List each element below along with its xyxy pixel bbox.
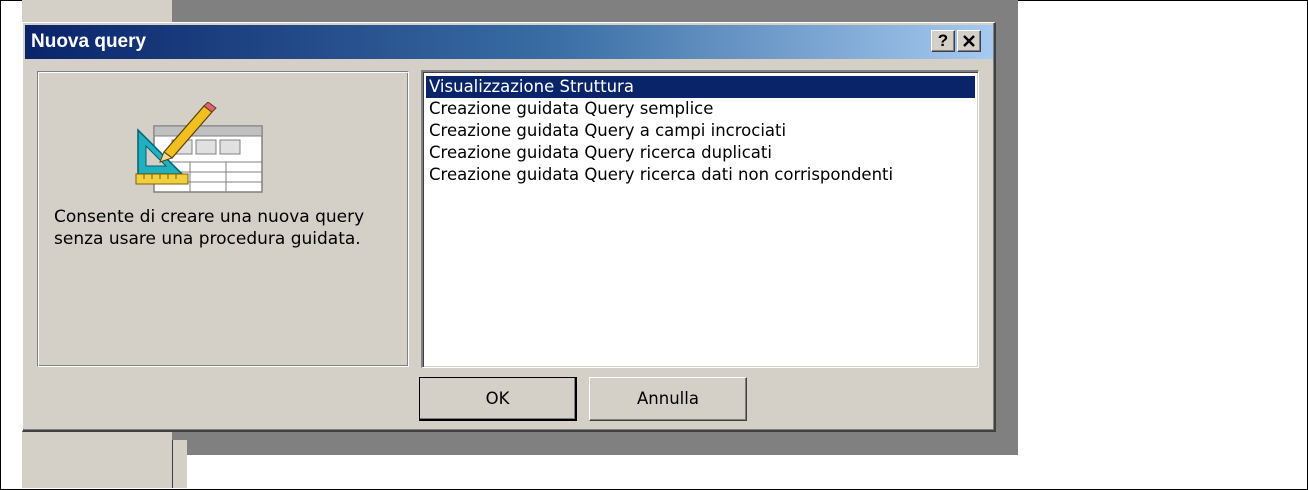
help-button[interactable]: ? — [931, 30, 955, 52]
close-icon — [963, 35, 975, 47]
list-item[interactable]: Creazione guidata Query a campi incrocia… — [426, 120, 975, 142]
description-panel: Consente di creare una nuova query senza… — [37, 71, 409, 367]
background-window-edge — [172, 440, 187, 488]
query-design-icon — [135, 102, 263, 193]
query-type-list[interactable]: Visualizzazione Struttura Creazione guida… — [421, 70, 979, 368]
list-item[interactable]: Creazione guidata Query semplice — [426, 98, 975, 120]
ok-button[interactable]: OK — [419, 377, 577, 421]
list-item[interactable]: Creazione guidata Query ricerca dati non… — [426, 164, 975, 186]
description-text: Consente di creare una nuova query senza… — [54, 207, 365, 249]
new-query-dialog: Nuova query ? Consente di creare una nuo… — [22, 22, 996, 432]
close-button[interactable] — [957, 30, 981, 52]
dialog-titlebar[interactable]: Nuova query ? — [25, 25, 993, 59]
dialog-title: Nuova query — [31, 31, 147, 52]
document-page: Nuova query ? Consente di creare una nuo… — [0, 0, 1308, 490]
list-item[interactable]: Visualizzazione Struttura — [426, 76, 975, 98]
list-item[interactable]: Creazione guidata Query ricerca duplicat… — [426, 142, 975, 164]
cancel-button[interactable]: Annulla — [589, 377, 747, 421]
